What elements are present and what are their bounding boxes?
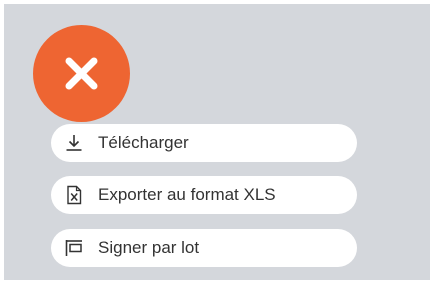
xls-file-icon	[64, 185, 84, 205]
download-label: Télécharger	[98, 133, 189, 152]
export-xls-label: Exporter au format XLS	[98, 185, 276, 204]
export-xls-button[interactable]: Exporter au format XLS	[51, 176, 357, 214]
close-menu-button[interactable]	[33, 25, 130, 122]
batch-sign-label: Signer par lot	[98, 238, 200, 257]
action-menu-panel: Télécharger Exporter au format XLS Signe…	[4, 4, 430, 280]
download-button[interactable]: Télécharger	[51, 124, 357, 162]
batch-sign-icon	[64, 238, 84, 258]
close-icon	[65, 57, 98, 90]
batch-sign-button[interactable]: Signer par lot	[51, 229, 357, 267]
download-icon	[64, 133, 84, 153]
